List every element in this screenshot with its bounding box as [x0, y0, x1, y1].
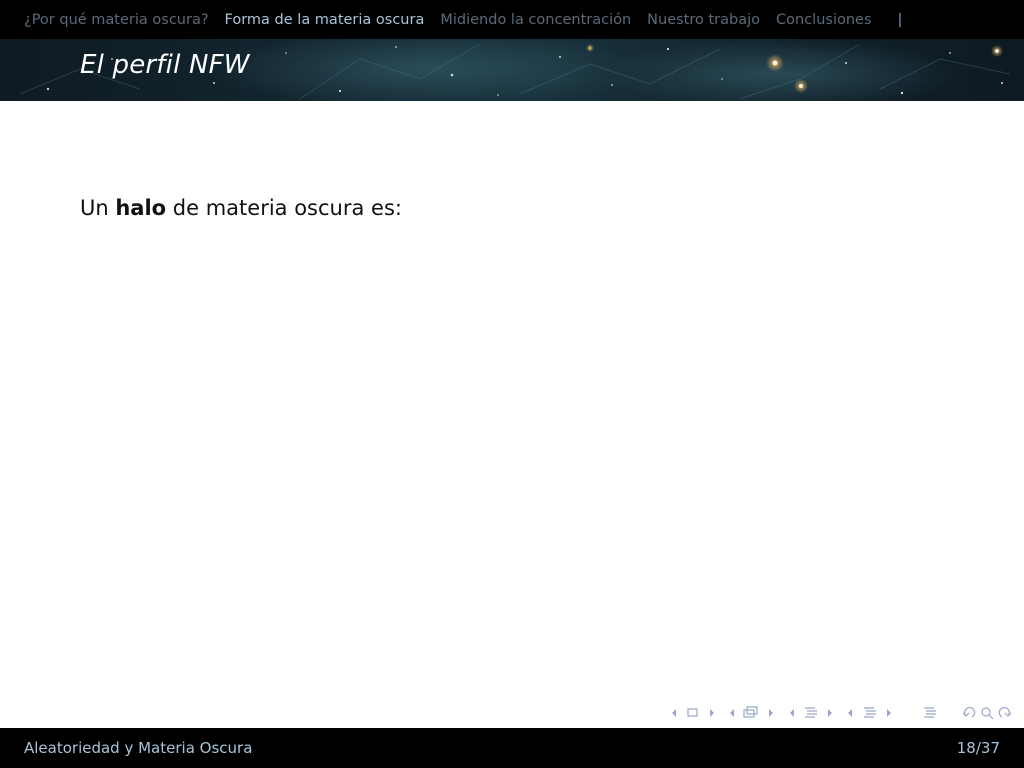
slide-content: Un halo de materia oscura es:: [80, 196, 402, 220]
nav-section-why-dark-matter[interactable]: ¿Por qué materia oscura?: [24, 12, 209, 28]
frame-title: El perfil NFW: [80, 50, 250, 80]
content-text-before: Un: [80, 196, 116, 220]
nav-separator: |: [897, 11, 903, 28]
subsection-nav-icon[interactable]: [730, 706, 773, 718]
section-navigation-bar: ¿Por qué materia oscura? Forma de la mat…: [0, 0, 1024, 39]
appendix-nav-icon[interactable]: [924, 707, 936, 718]
frame-nav-icon[interactable]: [672, 708, 714, 717]
slide-footer: Aleatoriedad y Materia Oscura 18/37: [0, 728, 1024, 768]
nav-section-conclusions[interactable]: Conclusiones: [776, 12, 872, 28]
beamer-navigation-symbols: [672, 706, 1012, 720]
content-text-bold: halo: [115, 196, 167, 220]
frame-title-banner: El perfil NFW: [0, 39, 1024, 101]
section-nav-icon[interactable]: [790, 707, 832, 718]
nav-section-measuring-concentration[interactable]: Midiendo la concentración: [440, 12, 631, 28]
content-text-after: de materia oscura es:: [166, 196, 402, 220]
footer-presentation-title: Aleatoriedad y Materia Oscura: [24, 739, 253, 757]
document-nav-icon[interactable]: [848, 707, 891, 718]
footer-page-number: 18/37: [956, 739, 1000, 757]
nav-section-our-work[interactable]: Nuestro trabajo: [647, 12, 760, 28]
nav-section-dark-matter-shape[interactable]: Forma de la materia oscura: [225, 12, 425, 28]
back-search-forward-icon[interactable]: [962, 707, 1012, 720]
